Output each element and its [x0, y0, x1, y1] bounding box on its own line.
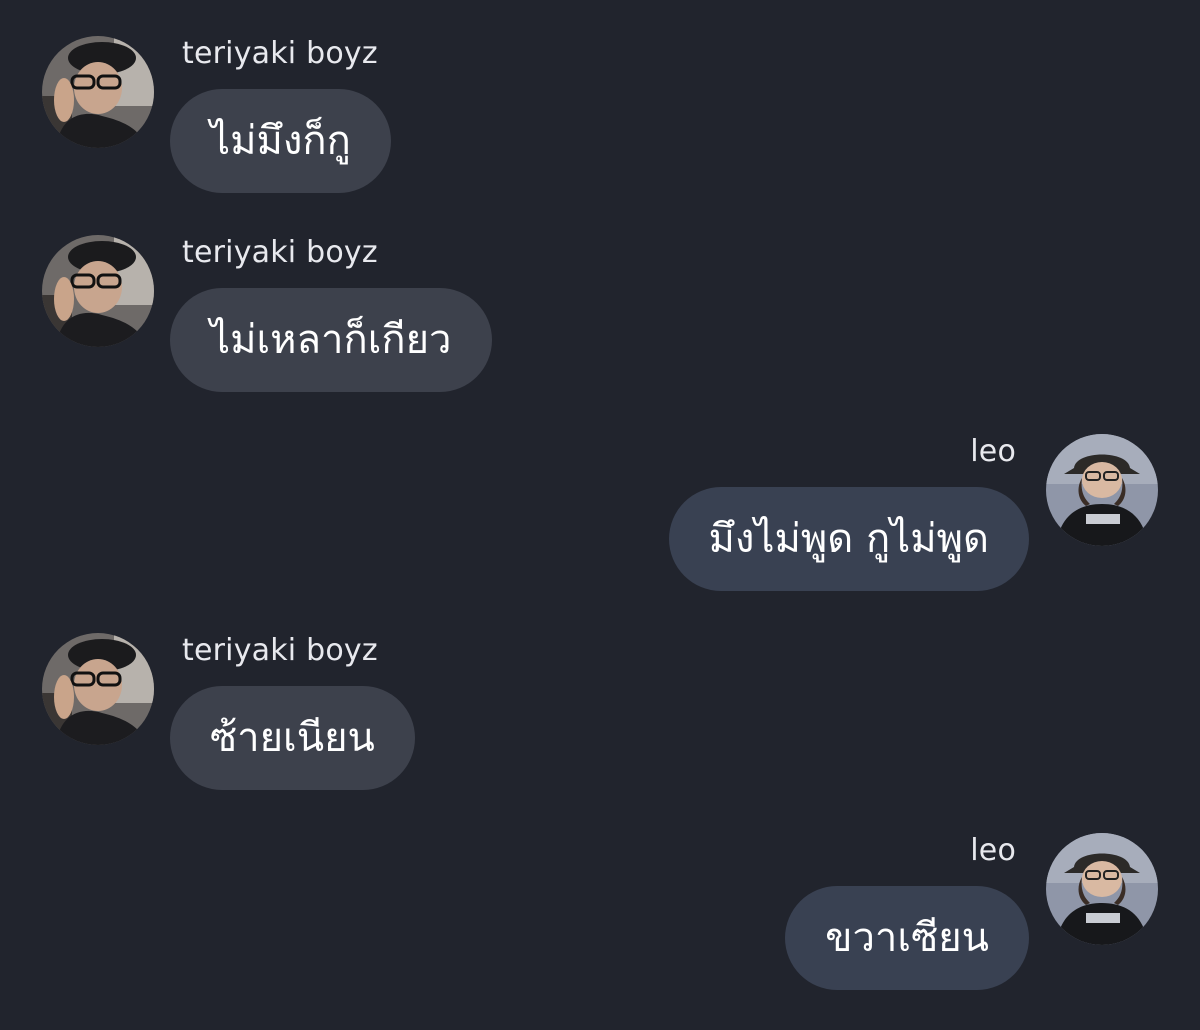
- chat-thread: teriyaki boyz ไม่มึงก็กู teriyaki boyz ไ…: [0, 0, 1200, 1030]
- avatar-leo-image: [1046, 833, 1158, 945]
- message-bubble[interactable]: ไม่มึงก็กู: [170, 89, 391, 193]
- avatar[interactable]: [42, 633, 154, 745]
- avatar-teriyaki-boyz-image: [42, 36, 154, 148]
- sender-name: teriyaki boyz: [182, 235, 378, 270]
- message-bubble[interactable]: ไม่เหลาก็เกียว: [170, 288, 492, 392]
- sender-name: leo: [970, 833, 1016, 868]
- sender-name: teriyaki boyz: [182, 36, 378, 71]
- sender-name: leo: [970, 434, 1016, 469]
- message-bubble[interactable]: ซ้ายเนียน: [170, 686, 415, 790]
- message-bubble[interactable]: มึงไม่พูด กูไม่พูด: [668, 487, 1029, 591]
- avatar-teriyaki-boyz-image: [42, 235, 154, 347]
- avatar[interactable]: [1046, 833, 1158, 945]
- message-bubble[interactable]: ขวาเซียน: [785, 886, 1029, 990]
- avatar[interactable]: [42, 36, 154, 148]
- avatar-leo-image: [1046, 434, 1158, 546]
- avatar[interactable]: [42, 235, 154, 347]
- avatar-teriyaki-boyz-image: [42, 633, 154, 745]
- avatar[interactable]: [1046, 434, 1158, 546]
- sender-name: teriyaki boyz: [182, 633, 378, 668]
